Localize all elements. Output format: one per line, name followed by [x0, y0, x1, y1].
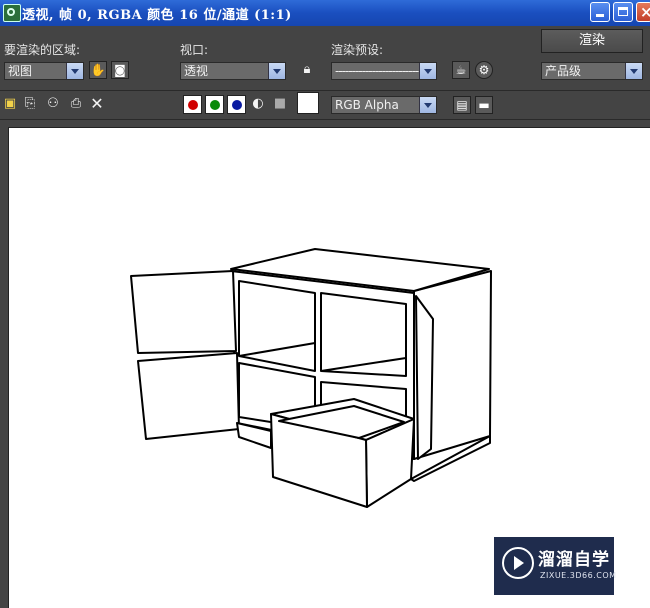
- production-select[interactable]: 产品级: [541, 62, 643, 80]
- clone-frame-button[interactable]: ⚇: [44, 96, 62, 112]
- gear-icon: ⚙: [478, 63, 490, 77]
- window-title: 透视, 帧 0, RGBA 颜色 16 位/通道 (1:1): [22, 8, 292, 23]
- window-icon: ▬: [478, 98, 490, 112]
- print-button[interactable]: ⎙: [67, 96, 85, 112]
- title-bar[interactable]: 透视, 帧 0, RGBA 颜色 16 位/通道 (1:1) ×: [0, 0, 650, 26]
- red-channel-toggle[interactable]: [183, 95, 202, 114]
- color-swatch[interactable]: [297, 92, 319, 114]
- copy-icon: ⎘: [24, 96, 36, 111]
- green-dot-icon: [210, 100, 220, 110]
- lock-viewport-button[interactable]: 🔒︎: [298, 62, 316, 78]
- chevron-down-icon[interactable]: [625, 63, 642, 79]
- render-preset-value: -------------------------: [335, 64, 419, 78]
- render-region-select[interactable]: 视图: [4, 62, 84, 80]
- monochrome-toggle[interactable]: ■: [272, 96, 288, 112]
- render-frame-window: 透视, 帧 0, RGBA 颜色 16 位/通道 (1:1) × 要渲染的区域:…: [0, 0, 650, 608]
- display-window-button[interactable]: ▬: [475, 96, 493, 114]
- gray-square-icon: ■: [273, 96, 287, 111]
- clear-x-icon: ✕: [90, 94, 104, 113]
- upper-left-compartment: [238, 280, 316, 372]
- chevron-down-icon[interactable]: [66, 63, 83, 79]
- chevron-down-icon[interactable]: [268, 63, 285, 79]
- watermark: 溜溜自学 ZIXUE.3D66.COM: [494, 537, 617, 595]
- close-icon: ×: [640, 3, 650, 21]
- chevron-down-icon[interactable]: [419, 97, 436, 113]
- app-icon: [3, 4, 21, 22]
- save-image-button[interactable]: ▣: [2, 96, 18, 112]
- maximize-button[interactable]: [613, 2, 633, 22]
- render-region-label: 要渲染的区域:: [4, 43, 81, 57]
- viewport-value: 透视: [184, 64, 209, 78]
- right-door: [415, 295, 434, 460]
- viewport-select[interactable]: 透视: [180, 62, 286, 80]
- frame-icon: ▤: [456, 98, 468, 112]
- render-settings-panel: 要渲染的区域: 视图 ✋ ◙ 视口: 透视 🔒︎ 渲染预设: ---------…: [0, 26, 650, 91]
- hand-icon: ✋: [90, 63, 106, 77]
- window-region-icon: ◙: [114, 63, 126, 77]
- clear-button[interactable]: ✕: [89, 96, 105, 112]
- render-canvas[interactable]: 溜溜自学 ZIXUE.3D66.COM: [8, 127, 650, 608]
- display-frame-button[interactable]: ▤: [453, 96, 471, 114]
- blue-dot-icon: [232, 100, 242, 110]
- minimize-icon: [596, 14, 604, 17]
- environment-button[interactable]: ☕︎: [452, 61, 470, 79]
- render-button[interactable]: 渲染: [541, 29, 643, 53]
- red-dot-icon: [188, 100, 198, 110]
- save-icon: ▣: [3, 96, 17, 111]
- hand-pan-button[interactable]: ✋: [89, 61, 107, 79]
- clone-icon: ⚇: [47, 96, 59, 111]
- region-toggle-button[interactable]: ◙: [111, 61, 129, 79]
- alpha-channel-toggle[interactable]: ◐: [250, 96, 266, 112]
- watermark-subtitle: ZIXUE.3D66.COM: [540, 571, 617, 580]
- teapot-icon: ☕︎: [455, 63, 467, 77]
- half-circle-icon: ◐: [252, 96, 264, 111]
- channel-display-select[interactable]: RGB Alpha: [331, 96, 437, 114]
- blue-channel-toggle[interactable]: [227, 95, 246, 114]
- maximize-icon: [618, 7, 628, 16]
- green-channel-toggle[interactable]: [205, 95, 224, 114]
- channel-display-value: RGB Alpha: [335, 98, 399, 112]
- lock-icon: 🔒︎: [303, 62, 311, 77]
- copy-image-button[interactable]: ⎘: [22, 96, 38, 112]
- left-upper-door: [130, 270, 237, 354]
- chevron-down-icon[interactable]: [419, 63, 436, 79]
- render-preset-label: 渲染预设:: [331, 43, 384, 57]
- print-icon: ⎙: [70, 96, 82, 111]
- play-logo-icon: [502, 547, 534, 579]
- cabinet-render: [130, 248, 492, 508]
- render-region-value: 视图: [8, 64, 33, 78]
- frame-toolbar: ▣ ⎘ ⚇ ⎙ ✕ ◐ ■ RGB Alpha ▤ ▬: [0, 91, 650, 120]
- close-button[interactable]: ×: [636, 2, 650, 22]
- left-lower-door: [137, 352, 240, 440]
- render-preset-select[interactable]: -------------------------: [331, 62, 437, 80]
- viewport-label: 视口:: [180, 43, 209, 57]
- render-setup-button[interactable]: ⚙: [475, 61, 493, 79]
- minimize-button[interactable]: [590, 2, 610, 22]
- watermark-title: 溜溜自学: [538, 550, 610, 570]
- production-value: 产品级: [545, 64, 582, 78]
